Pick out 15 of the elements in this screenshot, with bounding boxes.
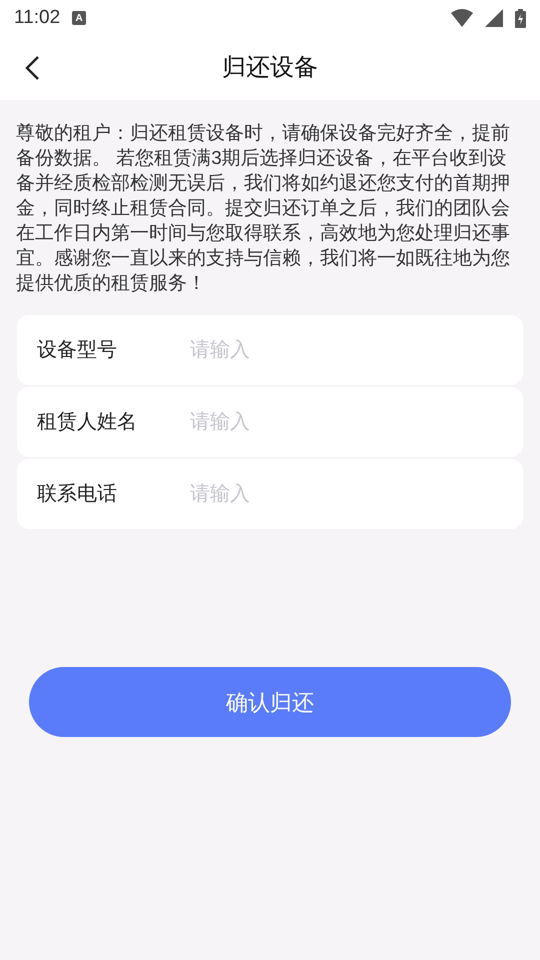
notification-icon: A bbox=[72, 11, 86, 25]
input-field[interactable]: 请输入 bbox=[190, 315, 523, 385]
field-label: 租赁人姓名 bbox=[17, 387, 190, 457]
input-field[interactable]: 请输入 bbox=[190, 459, 523, 529]
page-title: 归还设备 bbox=[222, 53, 318, 83]
field-label: 联系电话 bbox=[17, 459, 190, 529]
wifi-icon bbox=[451, 9, 473, 27]
confirm-return-button[interactable]: 确认归还 bbox=[29, 667, 511, 737]
notice-text: 尊敬的租户：归还租赁设备时，请确保设备完好齐全，提前备份数据。 若您租赁满3期后选择归还设备，在平台收到设备并经质检部检测无误后，我们将如约退还您支付的首期押金，同时终止租赁合同。提交归还订单之后，我们的团队会在工作日内第一时间与您取得联系，高效地为您处理归还事宜。感谢您一直以来的支持与信赖，我们将一如既往地为您提供优质的租赁服务！ bbox=[15, 121, 511, 295]
back-icon bbox=[24, 55, 40, 81]
battery-icon bbox=[515, 8, 526, 28]
status-time: 11:02 bbox=[14, 6, 60, 30]
input-field[interactable]: 请输入 bbox=[190, 387, 523, 457]
field-label: 设备型号 bbox=[17, 315, 190, 385]
signal-icon bbox=[485, 9, 503, 27]
